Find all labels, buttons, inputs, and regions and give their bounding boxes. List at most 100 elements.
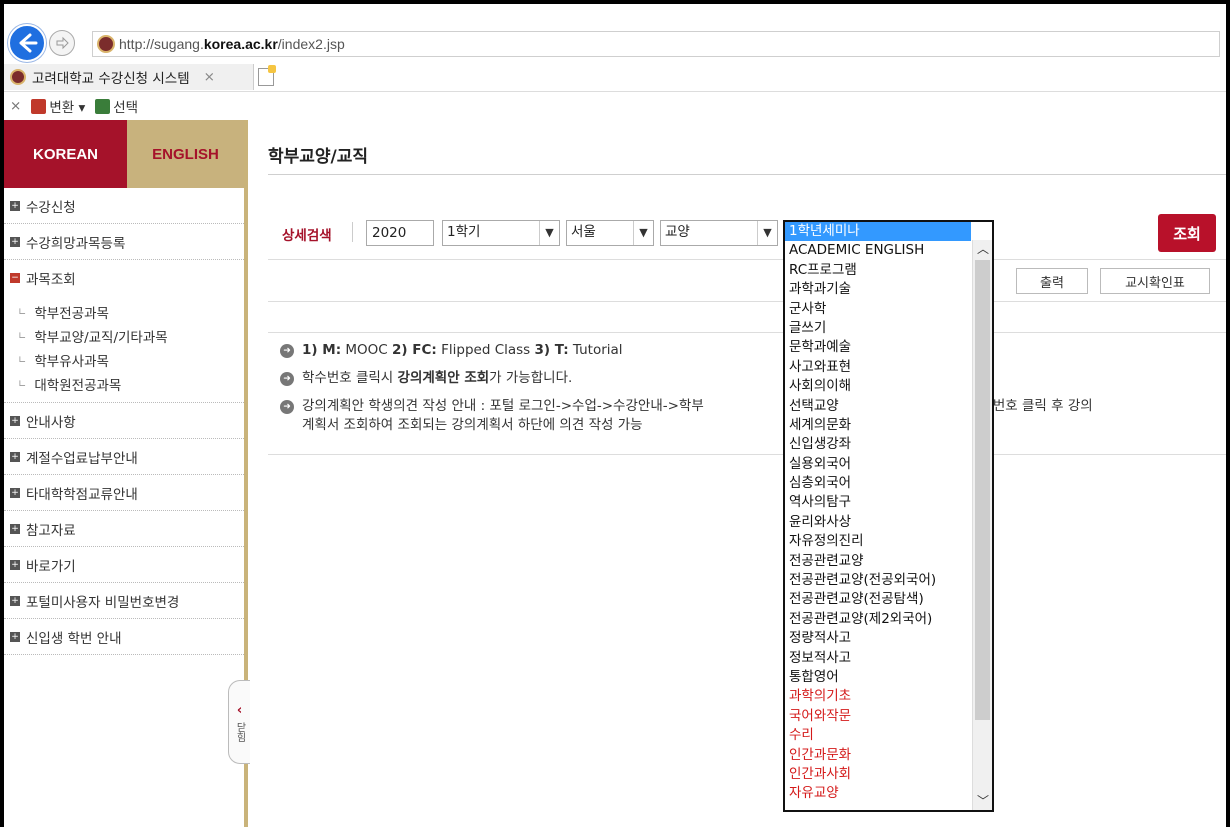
sidebar-item[interactable]: + 타대학학점교류안내: [4, 475, 244, 511]
dropdown-option[interactable]: RC프로그램: [785, 261, 971, 280]
category-value: 교양: [665, 224, 690, 240]
dropdown-option[interactable]: 자유교양: [785, 784, 971, 803]
dropdown-option[interactable]: 과학의기초: [785, 687, 971, 706]
plus-box-icon: +: [10, 487, 20, 498]
sidebar-item-label: 과목조회: [26, 272, 76, 288]
dropdown-scrollbar[interactable]: ︿ ﹀: [972, 240, 992, 810]
dropdown-option[interactable]: 정량적사고: [785, 629, 971, 648]
dropdown-option[interactable]: 전공관련교양(제2외국어): [785, 610, 971, 629]
campus-select[interactable]: 서울 ▼: [566, 220, 654, 246]
plus-box-icon: +: [10, 523, 20, 534]
dropdown-option[interactable]: ACADEMIC ENGLISH: [785, 241, 971, 260]
dropdown-option[interactable]: 신입생강좌: [785, 435, 971, 454]
sidebar-item[interactable]: + 바로가기: [4, 547, 244, 583]
dropdown-option[interactable]: 문학과예술: [785, 338, 971, 357]
category-dropdown-list[interactable]: 1학년세미나 ACADEMIC ENGLISH RC프로그램 과학과기술 군사학 글쓰기 문…: [783, 220, 994, 812]
sidebar-subitem[interactable]: 학부교양/교직/기타과목: [18, 324, 244, 348]
notice-text: 1) M: MOOC 2) FC: Flipped Class 3) T: Tu…: [302, 342, 623, 358]
tab-title: 고려대학교 수강신청 시스템: [32, 71, 190, 87]
dropdown-option[interactable]: 수리: [785, 726, 971, 745]
sidebar-item[interactable]: − 과목조회: [4, 260, 244, 296]
address-row: http://sugang. korea.ac.kr/index2.jsp: [4, 4, 1226, 62]
select-button[interactable]: 선택: [95, 96, 138, 116]
divider: [352, 222, 353, 242]
syllabus-link[interactable]: 강의계획안 조회: [398, 370, 490, 386]
sidebar-subitem[interactable]: 대학원전공과목: [18, 372, 244, 396]
sidebar-subitem[interactable]: 학부전공과목: [18, 300, 244, 324]
sidebar-item[interactable]: + 계절수업료납부안내: [4, 439, 244, 475]
dropdown-option[interactable]: 자유정의진리: [785, 532, 971, 551]
dropdown-options: 1학년세미나 ACADEMIC ENGLISH RC프로그램 과학과기술 군사학 글쓰기 문…: [785, 222, 992, 804]
scroll-down-icon[interactable]: ﹀: [973, 792, 992, 810]
dropdown-option[interactable]: 정보적사고: [785, 649, 971, 668]
plus-box-icon: +: [10, 415, 20, 426]
dropdown-option[interactable]: 인간과문화: [785, 746, 971, 765]
dropdown-option[interactable]: 전공관련교양(전공탐색): [785, 590, 971, 609]
notice-text: 학수번호 클릭시 강의계획안 조회가 가능합니다.: [302, 370, 573, 386]
main-content: 학부교양/교직 상세검색 2020 1학기 ▼ 서울 ▼ 교양 ▼ 조회 출력 …: [252, 120, 1226, 827]
print-button[interactable]: 출력: [1016, 268, 1088, 294]
dropdown-option[interactable]: 인간과사회: [785, 765, 971, 784]
select-icon: [95, 99, 111, 114]
sidebar-sublist: 학부전공과목학부교양/교직/기타과목학부유사과목대학원전공과목: [4, 296, 244, 403]
tab-favicon-icon: [10, 69, 26, 85]
forward-button[interactable]: [49, 30, 75, 56]
english-tab[interactable]: ENGLISH: [127, 120, 244, 188]
sidebar-item[interactable]: + 수강희망과목등록: [4, 224, 244, 260]
dropdown-option[interactable]: 사회의이해: [785, 377, 971, 396]
search-label: 상세검색: [282, 228, 332, 244]
plus-box-icon: +: [10, 451, 20, 462]
dropdown-option[interactable]: 사고와표현: [785, 358, 971, 377]
tab-close-icon[interactable]: ×: [204, 69, 215, 85]
sidebar-item[interactable]: + 안내사항: [4, 403, 244, 439]
sidebar-item[interactable]: + 참고자료: [4, 511, 244, 547]
toolbar-close-icon[interactable]: ×: [10, 98, 21, 114]
arrow-circle-icon: ➜: [280, 344, 294, 358]
timetable-button[interactable]: 교시확인표: [1100, 268, 1210, 294]
dropdown-option[interactable]: 역사의탐구: [785, 493, 971, 512]
dropdown-option[interactable]: 윤리와사상: [785, 513, 971, 532]
dropdown-option[interactable]: 전공관련교양: [785, 552, 971, 571]
url-domain: korea.ac.kr: [203, 36, 278, 52]
korean-tab[interactable]: KOREAN: [4, 120, 127, 188]
dropdown-option[interactable]: 통합영어: [785, 668, 971, 687]
notice-line: ➜ 1) M: MOOC 2) FC: Flipped Class 3) T: …: [280, 341, 1226, 360]
dropdown-option[interactable]: 1학년세미나: [785, 222, 971, 242]
search-button[interactable]: 조회: [1158, 214, 1216, 252]
sidebar-item[interactable]: + 수강신청: [4, 188, 244, 224]
dropdown-option[interactable]: 군사학: [785, 300, 971, 319]
arrow-circle-icon: ➜: [280, 372, 294, 386]
convert-button[interactable]: 변환 ▾: [31, 96, 85, 116]
scroll-thumb[interactable]: [975, 260, 990, 720]
arrow-circle-icon: ➜: [280, 400, 294, 414]
scroll-up-icon[interactable]: ︿: [973, 240, 992, 258]
sidebar-item-label: 포털미사용자 비밀번호변경: [26, 594, 180, 611]
sidebar-item-label: 수강희망과목등록: [26, 235, 126, 252]
new-tab-button[interactable]: [258, 65, 276, 86]
plus-box-icon: +: [10, 631, 20, 642]
dropdown-option[interactable]: 선택교양: [785, 397, 971, 416]
back-button[interactable]: [8, 24, 46, 62]
sidebar-collapse-toggle[interactable]: ‹ 닫힘: [228, 680, 250, 764]
sidebar-item[interactable]: + 포털미사용자 비밀번호변경: [4, 583, 244, 619]
sidebar-subitem[interactable]: 학부유사과목: [18, 348, 244, 372]
search-row: 상세검색 2020 1학기 ▼ 서울 ▼ 교양 ▼ 조회: [268, 214, 1226, 254]
dropdown-option[interactable]: 과학과기술: [785, 280, 971, 299]
dropdown-option[interactable]: 세계의문화: [785, 416, 971, 435]
address-bar[interactable]: http://sugang. korea.ac.kr/index2.jsp: [92, 31, 1220, 57]
dropdown-option[interactable]: 글쓰기: [785, 319, 971, 338]
category-select[interactable]: 교양 ▼: [660, 220, 778, 246]
dropdown-option[interactable]: 실용외국어: [785, 455, 971, 474]
toolbar-row: × 변환 ▾ 선택: [4, 92, 1226, 120]
site-favicon-icon: [97, 35, 115, 53]
term-value: 1학기: [447, 224, 481, 240]
sidebar-item[interactable]: + 신입생 학번 안내: [4, 619, 244, 655]
dropdown-option[interactable]: 전공관련교양(전공외국어): [785, 571, 971, 590]
tab-sugang[interactable]: 고려대학교 수강신청 시스템 ×: [4, 64, 254, 90]
url-prefix: http://sugang.: [119, 36, 204, 52]
term-select[interactable]: 1학기 ▼: [442, 220, 560, 246]
sidebar-item-label: 수강신청: [26, 199, 76, 216]
year-input[interactable]: 2020: [366, 220, 434, 246]
dropdown-option[interactable]: 심층외국어: [785, 474, 971, 493]
dropdown-option[interactable]: 국어와작문: [785, 707, 971, 726]
